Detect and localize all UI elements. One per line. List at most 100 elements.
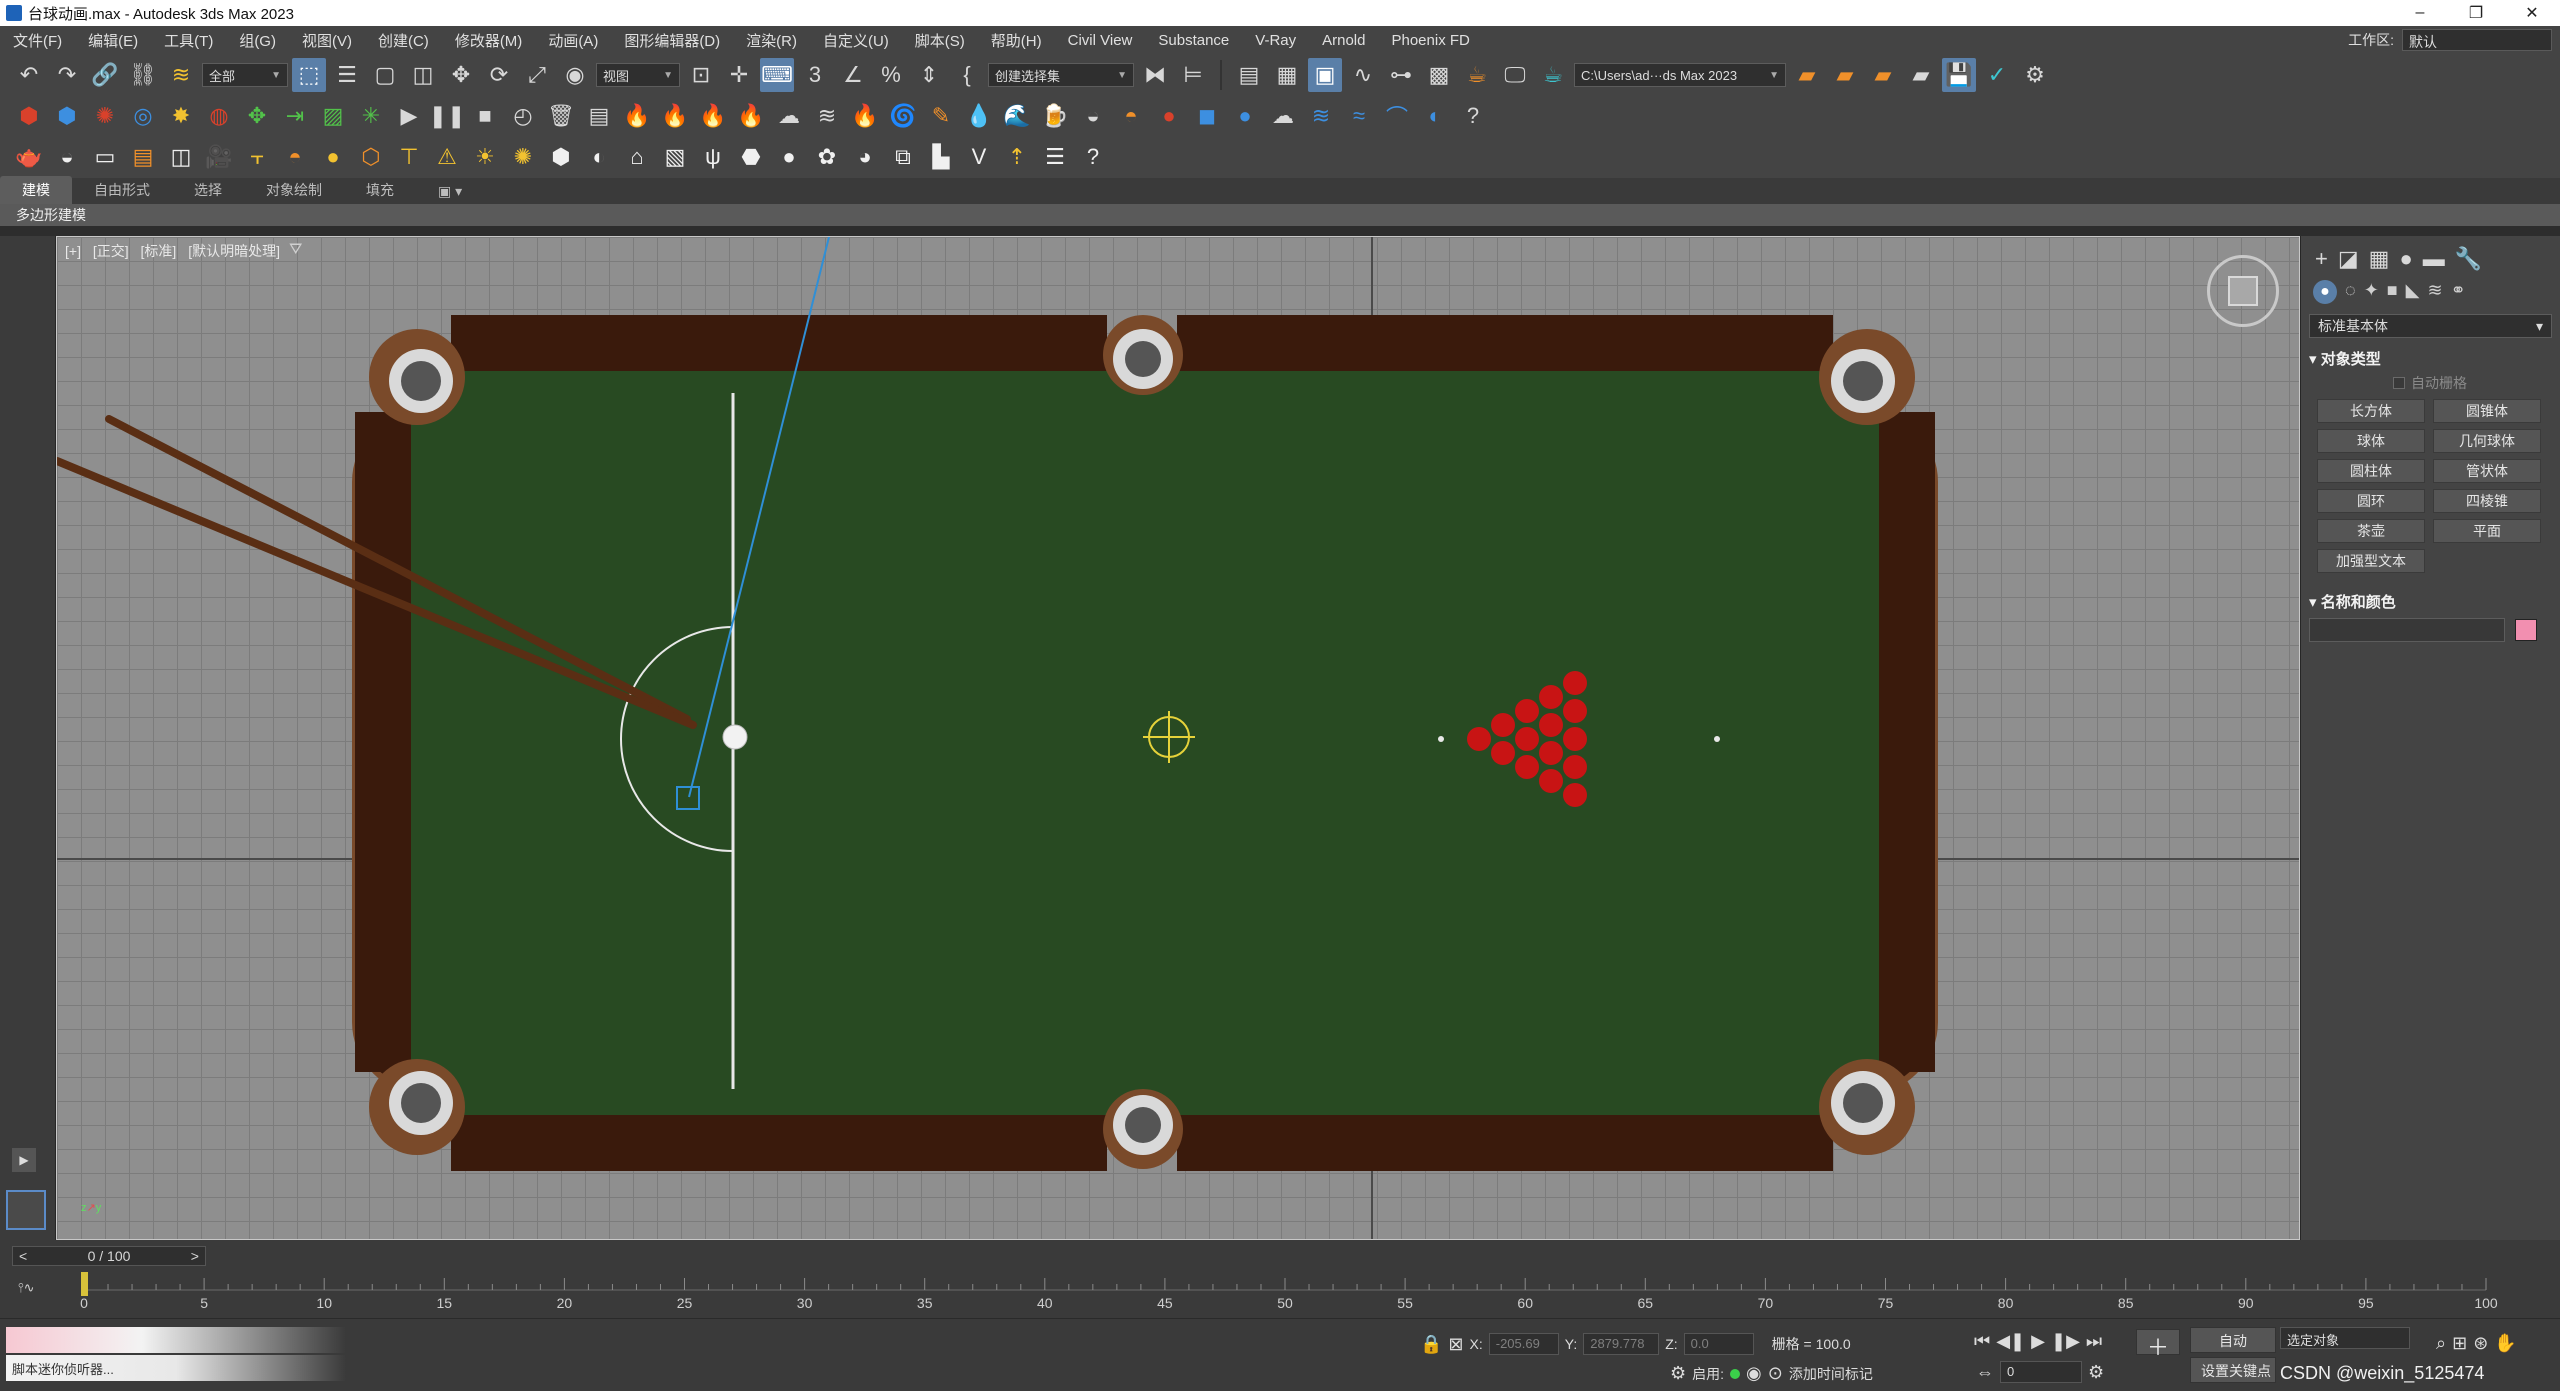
pocket-bottom-right[interactable]	[1819, 1059, 1915, 1155]
menu-arnold[interactable]: Arnold	[1309, 32, 1378, 49]
wave-icon[interactable]: ≋	[810, 99, 844, 133]
cushion-left[interactable]	[355, 412, 411, 1072]
x-coord-field[interactable]: -205.69	[1488, 1333, 1559, 1355]
stop-icon[interactable]: ■	[468, 99, 502, 133]
sun-icon[interactable]: ☀	[468, 140, 502, 174]
viewport-standard-label[interactable]: [标准]	[141, 243, 177, 259]
viewport-shading-label[interactable]: [默认明暗处理]	[188, 243, 280, 259]
ies-light-icon[interactable]: ⊤	[392, 140, 426, 174]
table-felt[interactable]	[411, 371, 1879, 1115]
time-config-icon[interactable]: ⚙	[2088, 1362, 2104, 1383]
menu-substance[interactable]: Substance	[1145, 32, 1242, 49]
cushion-bottom-right[interactable]	[1177, 1115, 1833, 1171]
fire-icon[interactable]: 🔥	[620, 99, 654, 133]
save-icon[interactable]: 💾	[1942, 58, 1976, 92]
close-button[interactable]: ✕	[2504, 3, 2560, 23]
plane-button[interactable]: 平面	[2433, 519, 2541, 543]
lister-icon[interactable]: ▤	[126, 140, 160, 174]
add-time-tag-label[interactable]: 添加时间标记	[1789, 1364, 1873, 1384]
sphere-obj-icon[interactable]: ◐	[582, 140, 616, 174]
fire2-icon[interactable]: 🔥	[658, 99, 692, 133]
menu-vray[interactable]: V-Ray	[1242, 32, 1309, 49]
viewport-pov-label[interactable]: [正交]	[93, 243, 129, 259]
spark-icon[interactable]: ✳	[354, 99, 388, 133]
splash-icon[interactable]: ≋	[1304, 99, 1338, 133]
trash-icon[interactable]: 🗑	[544, 99, 578, 133]
lights-icon[interactable]: ✦	[2364, 280, 2379, 304]
pan-icon[interactable]: ✋	[2494, 1333, 2516, 1354]
shapes-icon[interactable]: ◌	[2345, 280, 2356, 304]
scene-explorer-icon[interactable]: ▤	[1232, 58, 1266, 92]
hierarchy-tab-icon[interactable]: ▦	[2369, 246, 2390, 272]
vray-toggle-icon[interactable]: ◉	[1746, 1363, 1762, 1384]
burner-icon[interactable]: ◓	[1114, 99, 1148, 133]
help-icon[interactable]: ?	[1456, 99, 1490, 133]
named-selection-select[interactable]: 创建选择集 ▼	[988, 63, 1134, 87]
create-tab-icon[interactable]: +	[2315, 246, 2328, 272]
zoom-all-icon[interactable]: ⊞	[2452, 1333, 2467, 1354]
menu-modifiers[interactable]: 修改器(M)	[442, 30, 536, 51]
current-frame-field[interactable]: 0	[2000, 1361, 2082, 1383]
beer-icon[interactable]: 🍺	[1038, 99, 1072, 133]
ribbon-options-icon[interactable]: ▣ ▾	[416, 179, 484, 204]
pocket-top-middle[interactable]	[1103, 315, 1183, 395]
cone-button[interactable]: 圆锥体	[2433, 399, 2541, 423]
next-frame-icon[interactable]: >	[191, 1248, 199, 1264]
pause-icon[interactable]: ❚❚	[429, 99, 466, 133]
pocket-top-right[interactable]	[1819, 329, 1915, 425]
menu-rendering[interactable]: 渲染(R)	[733, 30, 810, 51]
object-type-rollout[interactable]: ▾ 对象类型	[2309, 348, 2552, 369]
align-icon[interactable]: ⊨	[1176, 58, 1210, 92]
y-coord-field[interactable]: 2879.778	[1583, 1333, 1660, 1355]
render-icon[interactable]: ☕	[1536, 58, 1570, 92]
set-key-button[interactable]: 设置关键点	[2190, 1357, 2276, 1383]
menu-customize[interactable]: 自定义(U)	[810, 30, 902, 51]
pocket-bottom-left[interactable]	[369, 1059, 465, 1155]
mesh-light-icon[interactable]: ⬡	[354, 140, 388, 174]
tab-selection[interactable]: 选择	[172, 176, 244, 204]
menu-group[interactable]: 组(G)	[226, 30, 289, 51]
systems-icon[interactable]: ⚭	[2451, 280, 2466, 304]
vray-render-icon[interactable]: ◒	[50, 140, 84, 174]
time-slider[interactable]: < 0 / 100 >	[12, 1246, 206, 1266]
cushion-bottom-left[interactable]	[451, 1115, 1107, 1171]
converter-icon[interactable]: ⧉	[886, 140, 920, 174]
ocean-icon[interactable]: 🌊	[1000, 99, 1034, 133]
track-bar[interactable]: ⫯∿ 0 5 10 15 20 25 30 35 40 45 50 55 60 65 70 75 80 85 90 9…	[0, 1270, 2560, 1318]
goto-start-icon[interactable]: ⏮	[1974, 1331, 1990, 1352]
foam-icon[interactable]: ☁	[1266, 99, 1300, 133]
tab-modeling[interactable]: 建模	[0, 176, 72, 204]
viewcube[interactable]	[2207, 255, 2279, 327]
torus-button[interactable]: 圆环	[2317, 489, 2425, 513]
tab-freeform[interactable]: 自由形式	[72, 176, 172, 204]
scale-icon[interactable]: ⤢	[520, 58, 554, 92]
utilities-tab-icon[interactable]: 🔧	[2455, 246, 2482, 272]
box-button[interactable]: 长方体	[2317, 399, 2425, 423]
sync-icon[interactable]: ✓	[1980, 58, 2014, 92]
viewport-layout-button[interactable]	[6, 1190, 46, 1230]
minimize-button[interactable]: –	[2392, 4, 2448, 22]
cylinder-button[interactable]: 圆柱体	[2317, 459, 2425, 483]
spacewarps-icon[interactable]: ≋	[2428, 280, 2443, 304]
viewcube-face[interactable]	[2228, 276, 2258, 306]
grass-icon[interactable]: ψ	[696, 140, 730, 174]
name-color-rollout[interactable]: ▾ 名称和颜色	[2309, 591, 2552, 612]
sky-icon[interactable]: ✺	[506, 140, 540, 174]
percent-snap-icon[interactable]: %	[874, 58, 908, 92]
fur-icon[interactable]: ⌂	[620, 140, 654, 174]
sphere-button[interactable]: 球体	[2317, 429, 2425, 453]
tube-button[interactable]: 管状体	[2433, 459, 2541, 483]
pocket-top-left[interactable]	[369, 329, 465, 425]
display-tab-icon[interactable]: ▬	[2423, 246, 2445, 272]
z-coord-field[interactable]: 0.0	[1683, 1333, 1754, 1355]
rotate-icon[interactable]: ⟳	[482, 58, 516, 92]
teapot-button[interactable]: 茶壶	[2317, 519, 2425, 543]
snap-toggle-icon[interactable]: 3	[798, 58, 832, 92]
place-icon[interactable]: ◉	[558, 58, 592, 92]
waves-icon[interactable]: ≈	[1342, 99, 1376, 133]
vray-proxy-icon[interactable]: ⬢	[50, 99, 84, 133]
current-frame-marker[interactable]	[81, 1272, 88, 1296]
checkbox-box[interactable]	[2393, 377, 2405, 389]
pen-icon[interactable]: ✎	[924, 99, 958, 133]
layer-explorer-icon[interactable]: ▦	[1270, 58, 1304, 92]
